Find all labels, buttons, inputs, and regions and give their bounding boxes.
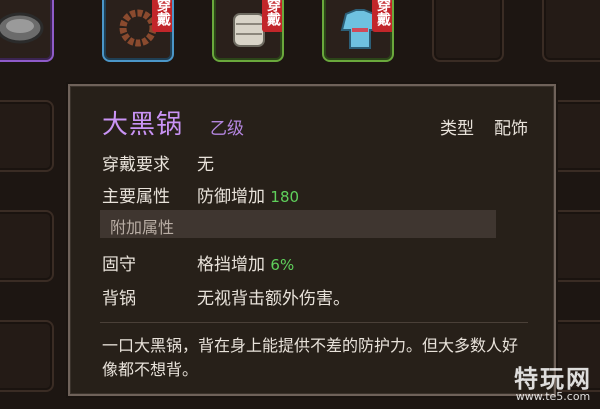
extra-attribute-text: 格挡增加 <box>197 255 265 275</box>
extra-attribute-value: 格挡增加 6% <box>197 250 294 275</box>
equipped-badge: 穿戴 <box>262 0 282 32</box>
extra-attribute-number: 6% <box>270 256 295 274</box>
main-attribute-value: 防御增加 180 <box>197 182 299 207</box>
item-type-label: 类型 <box>440 119 474 139</box>
item-type-value: 配饰 <box>494 119 528 139</box>
requirement-value: 无 <box>197 155 214 175</box>
main-attribute-text: 防御增加 <box>197 187 265 207</box>
item-description: 一口大黑锅，背在身上能提供不差的防护力。但大多数人好像都不想背。 <box>102 336 519 379</box>
extra-attributes-header: 附加属性 <box>100 210 496 238</box>
inventory-slot-bandage[interactable]: 穿戴 <box>212 0 284 62</box>
inventory-slot-robe[interactable]: 穿戴 <box>322 0 394 62</box>
requirement-label: 穿戴要求 <box>102 155 170 175</box>
watermark-title: 特玩网 <box>514 365 592 393</box>
watermark-url: www.te5.com <box>515 390 591 403</box>
inventory-slot-empty[interactable] <box>542 0 600 62</box>
item-name: 大黑锅 <box>102 110 184 140</box>
inventory-slot-empty[interactable] <box>432 0 504 62</box>
extra-attributes-title: 附加属性 <box>110 218 175 237</box>
inventory-slot-beads[interactable]: 穿戴 <box>102 0 174 62</box>
item-grade: 乙级 <box>210 119 244 139</box>
inventory-slot-empty[interactable] <box>0 210 54 282</box>
inventory-slot-empty[interactable] <box>0 100 54 172</box>
equipped-badge: 穿戴 <box>152 0 172 32</box>
extra-attribute-label: 固守 <box>102 255 136 275</box>
equipped-badge: 穿戴 <box>372 0 392 32</box>
extra-attribute-value: 无视背击额外伤害。 <box>197 289 350 309</box>
extra-attribute-label: 背锅 <box>102 289 136 309</box>
site-watermark: 特玩网 www.te5.com <box>514 359 592 403</box>
inventory-slot-wok[interactable] <box>0 0 54 62</box>
divider <box>100 322 528 323</box>
wok-icon <box>0 12 44 44</box>
main-attribute-label: 主要属性 <box>102 187 170 207</box>
item-tooltip: 大黑锅 乙级 类型 配饰 穿戴要求 无 主要属性 防御增加 180 附加属性 固… <box>68 84 556 396</box>
main-attribute-number: 180 <box>270 188 300 206</box>
inventory-slot-empty[interactable] <box>0 320 54 392</box>
